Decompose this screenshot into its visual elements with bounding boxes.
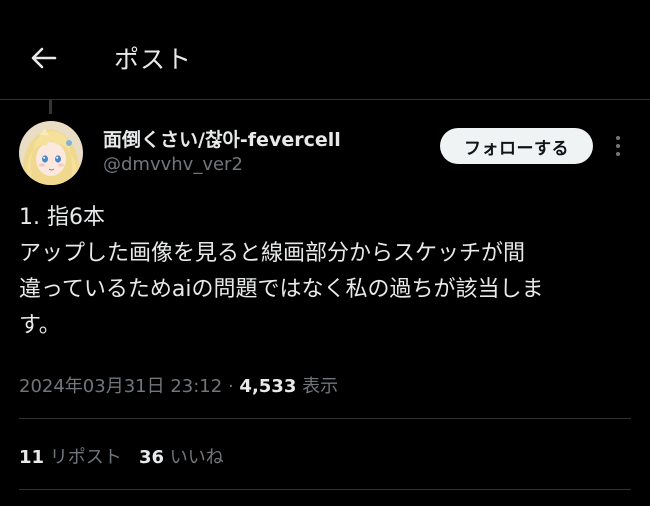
more-options-button[interactable] [606, 130, 630, 162]
likes-count: 36 [138, 447, 165, 468]
arrow-left-icon [31, 47, 57, 69]
avatar-anime-girl-icon [19, 121, 83, 185]
likes-stat[interactable]: 36 いいね [139, 447, 224, 468]
back-button[interactable] [22, 36, 66, 80]
tweet-text: 1. 指6本 アップした画像を見ると線画部分からスケッチが間 違っているためai… [19, 200, 631, 344]
tweet-line: 1. 指6本 [19, 205, 105, 230]
avatar[interactable] [19, 121, 83, 185]
divider [19, 418, 631, 419]
tweet-meta: 2024年03月31日 23:12 · 4,533 表示 [19, 372, 338, 398]
top-app-bar: ポスト [0, 0, 650, 100]
views-label: 表示 [302, 376, 339, 397]
tweet-timestamp[interactable]: 2024年03月31日 23:12 [19, 376, 222, 397]
tweet-line: アップした画像を見ると線画部分からスケッチが間 [19, 241, 526, 266]
reposts-label: リポスト [49, 447, 122, 468]
divider [19, 489, 631, 490]
author-handle[interactable]: @dmvvhv_ver2 [103, 154, 243, 175]
engagement-stats: 11 リポスト 36 いいね [19, 443, 224, 469]
more-vertical-icon-dot-2 [616, 144, 620, 148]
reposts-count: 11 [19, 447, 45, 468]
follow-button[interactable]: フォローする [440, 128, 593, 164]
meta-separator: · [227, 376, 234, 397]
reposts-stat[interactable]: 11 リポスト [19, 447, 128, 468]
views-count: 4,533 [239, 376, 297, 397]
likes-label: いいね [169, 447, 224, 468]
thread-connector-line [49, 100, 52, 114]
tweet-line: 違っているためaiの問題ではなく私の過ちが該当しま [19, 277, 544, 302]
more-vertical-icon-dot-1 [616, 136, 620, 140]
author-display-name[interactable]: 面倒くさい/찮아-fevercell [103, 125, 341, 152]
page-title: ポスト [114, 45, 193, 74]
tweet-line: す。 [19, 313, 61, 338]
more-vertical-icon-dot-3 [616, 152, 620, 156]
